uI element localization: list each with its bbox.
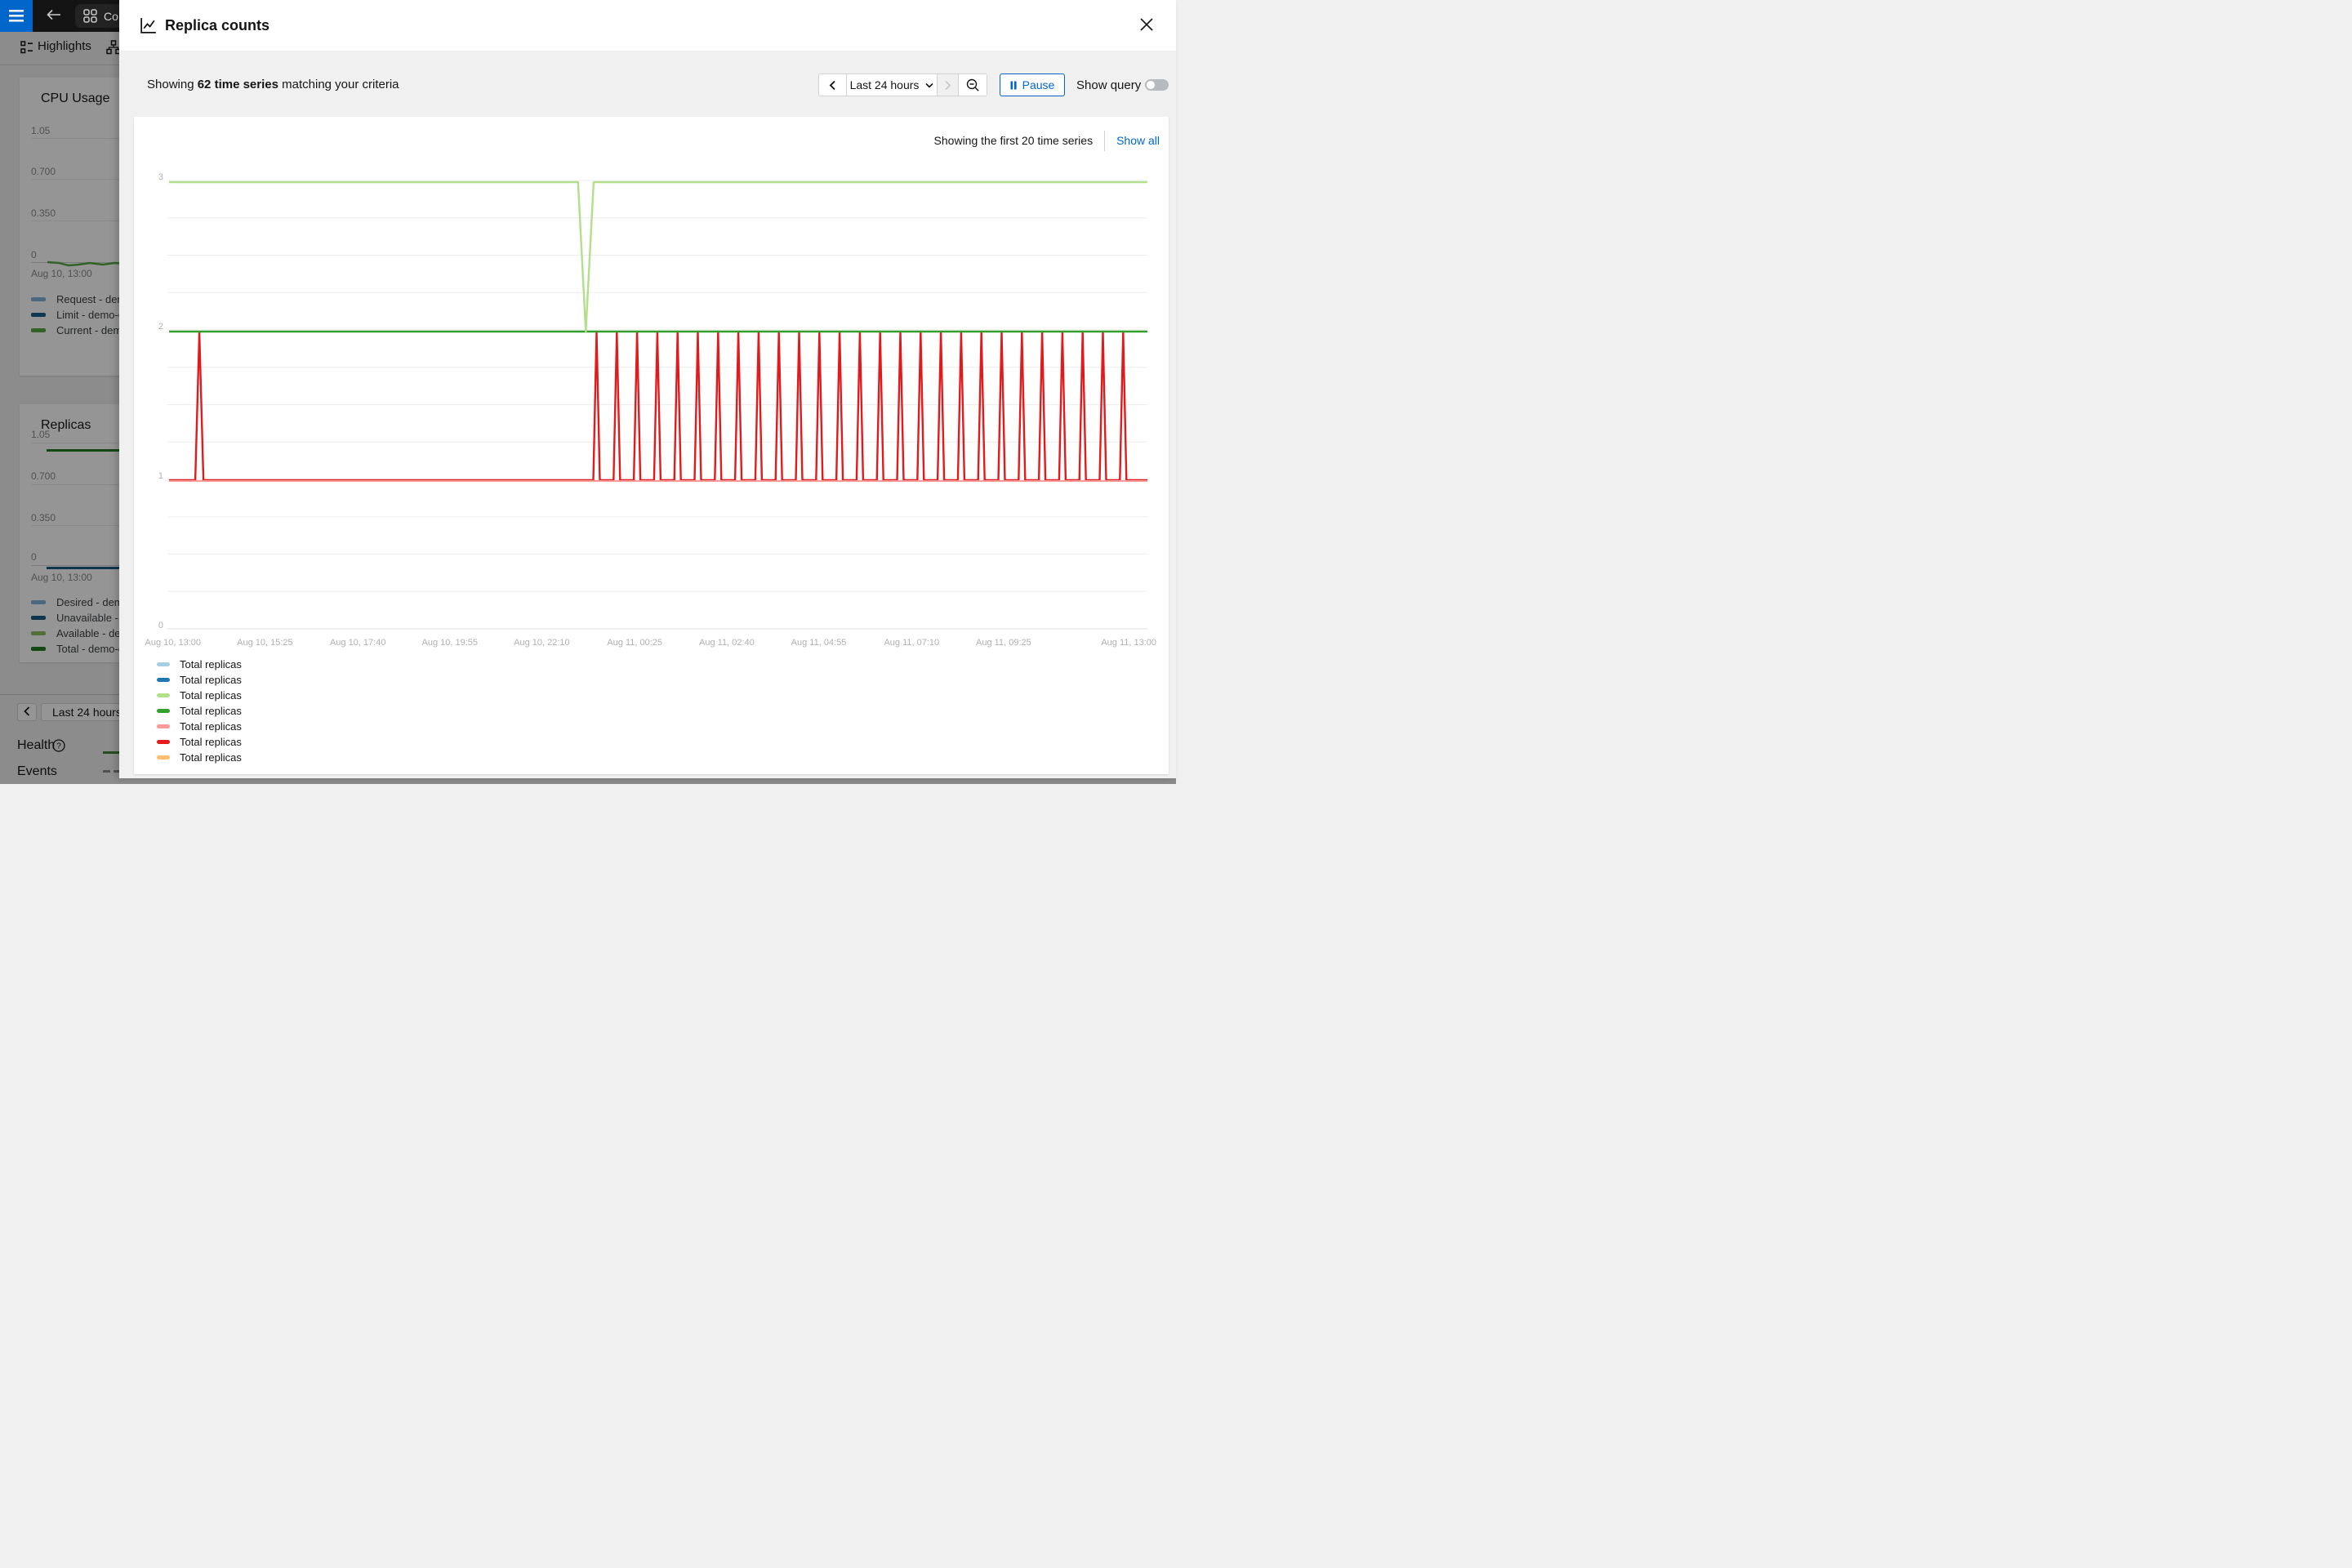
legend-swatch bbox=[157, 755, 170, 760]
legend-item[interactable]: Total replicas bbox=[157, 750, 242, 765]
legend-label: Total replicas bbox=[180, 688, 242, 703]
app-grid-icon bbox=[83, 9, 97, 23]
drawer-body: Showing 62 time series matching your cri… bbox=[119, 51, 1176, 778]
range-back-button[interactable] bbox=[819, 74, 846, 96]
x-axis-tick: Aug 11, 02:40 bbox=[699, 638, 755, 648]
x-axis-tick: Aug 10, 15:25 bbox=[237, 638, 293, 648]
x-axis-tick: Aug 10, 22:10 bbox=[514, 638, 570, 648]
x-axis-tick: Aug 10, 19:55 bbox=[422, 638, 479, 648]
x-axis-tick: Aug 11, 09:25 bbox=[976, 638, 1031, 648]
summary-prefix: Showing bbox=[147, 78, 198, 91]
chevron-left-icon bbox=[829, 80, 836, 91]
chevron-down-icon bbox=[925, 82, 933, 88]
x-axis-tick: Aug 11, 13:00 bbox=[1101, 638, 1156, 648]
hamburger-menu-button[interactable] bbox=[0, 0, 33, 32]
time-range-value: Last 24 hours bbox=[850, 78, 920, 91]
show-query-label: Show query bbox=[1076, 78, 1141, 92]
legend-swatch bbox=[157, 724, 170, 728]
series-count-summary: Showing 62 time series matching your cri… bbox=[147, 78, 399, 91]
legend-item[interactable]: Total replicas bbox=[157, 688, 242, 703]
legend-item[interactable]: Total replicas bbox=[157, 672, 242, 688]
close-icon bbox=[1139, 17, 1154, 32]
hamburger-icon bbox=[8, 10, 24, 22]
line-chart-icon bbox=[139, 16, 158, 35]
y-axis-tick: 3 bbox=[158, 172, 163, 182]
legend-swatch bbox=[157, 678, 170, 682]
replica-counts-drawer: Replica counts Showing 62 time series ma… bbox=[119, 0, 1176, 778]
pause-button[interactable]: Pause bbox=[1000, 74, 1065, 96]
pause-label: Pause bbox=[1022, 78, 1055, 91]
legend-item[interactable]: Total replicas bbox=[157, 734, 242, 750]
legend-item[interactable]: Total replicas bbox=[157, 719, 242, 734]
zoom-out-icon bbox=[966, 78, 980, 92]
legend-label: Total replicas bbox=[180, 734, 242, 750]
toggle-knob bbox=[1147, 81, 1155, 89]
y-axis-tick: 2 bbox=[158, 322, 163, 332]
show-query-toggle[interactable] bbox=[1145, 79, 1169, 91]
legend-swatch bbox=[157, 662, 170, 666]
y-axis-tick: 0 bbox=[158, 621, 163, 630]
range-forward-button[interactable] bbox=[937, 74, 958, 96]
legend-label: Total replicas bbox=[180, 657, 242, 672]
close-button[interactable] bbox=[1134, 13, 1159, 38]
legend-label: Total replicas bbox=[180, 703, 242, 719]
zoom-out-button[interactable] bbox=[958, 74, 987, 96]
x-axis-tick: Aug 11, 07:10 bbox=[884, 638, 939, 648]
legend-item[interactable]: Total replicas bbox=[157, 703, 242, 719]
series-line bbox=[169, 332, 1147, 480]
summary-count: 62 time series bbox=[198, 78, 278, 91]
series-line bbox=[169, 182, 1147, 332]
x-axis-tick: Aug 10, 17:40 bbox=[330, 638, 386, 648]
drawer-title: Replica counts bbox=[165, 17, 270, 34]
legend-label: Total replicas bbox=[180, 719, 242, 734]
legend-item[interactable]: Total replicas bbox=[157, 657, 242, 672]
x-axis-tick: Aug 11, 04:55 bbox=[791, 638, 847, 648]
legend-label: Total replicas bbox=[180, 672, 242, 688]
first-20-series-text: Showing the first 20 time series bbox=[934, 134, 1094, 147]
chart-card: Showing the first 20 time series Show al… bbox=[134, 117, 1169, 774]
back-arrow-icon bbox=[47, 9, 61, 20]
show-all-link[interactable]: Show all bbox=[1116, 134, 1160, 147]
chevron-right-icon bbox=[944, 80, 951, 91]
legend-swatch bbox=[157, 709, 170, 713]
x-axis-tick: Aug 10, 13:00 bbox=[145, 638, 202, 648]
summary-suffix: matching your criteria bbox=[278, 78, 399, 91]
chart-legend: Total replicasTotal replicasTotal replic… bbox=[157, 657, 242, 765]
replica-counts-chart[interactable]: 3 2 1 0 Aug 10, 13:00 Aug 10, 15:25 Aug 10, 17… bbox=[139, 155, 1164, 658]
time-range-dropdown[interactable]: Last 24 hours bbox=[846, 74, 937, 96]
legend-swatch bbox=[157, 693, 170, 697]
pause-icon bbox=[1010, 81, 1017, 90]
y-axis-tick: 1 bbox=[158, 471, 163, 481]
x-axis-tick: Aug 11, 00:25 bbox=[607, 638, 662, 648]
back-button[interactable] bbox=[42, 5, 65, 27]
time-range-control-group: Last 24 hours bbox=[818, 74, 987, 96]
legend-swatch bbox=[157, 740, 170, 744]
divider bbox=[1104, 131, 1105, 151]
app-launcher-label: Co bbox=[104, 10, 118, 23]
chart-card-header: Showing the first 20 time series Show al… bbox=[934, 130, 1160, 151]
legend-label: Total replicas bbox=[180, 750, 242, 765]
